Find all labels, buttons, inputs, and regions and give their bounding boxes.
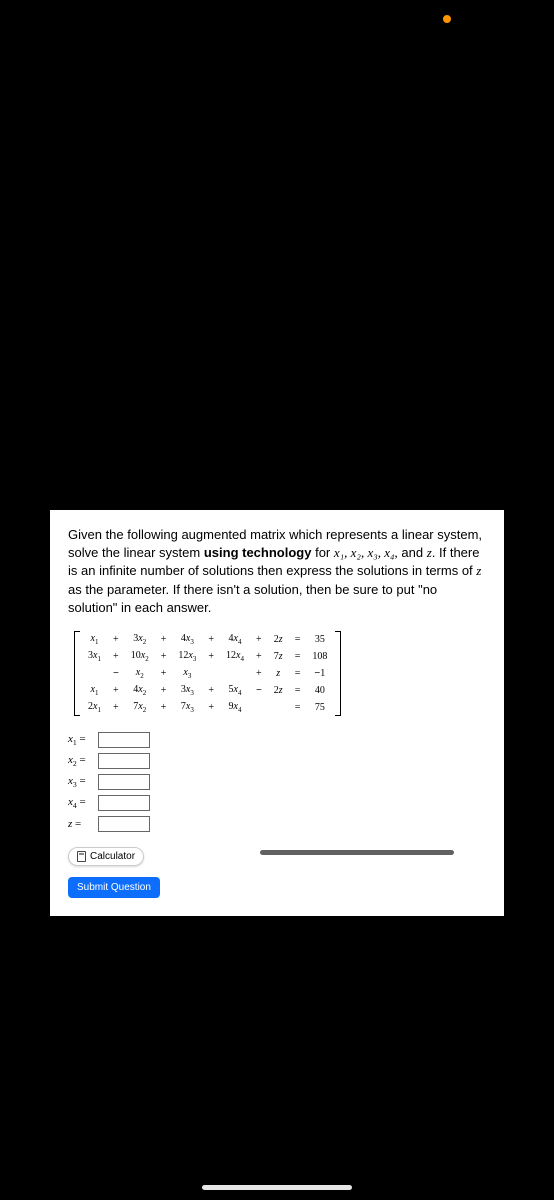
calculator-button[interactable]: Calculator — [68, 847, 144, 866]
text: for — [311, 545, 333, 560]
matrix-cell — [268, 699, 289, 716]
matrix-cell: = — [289, 682, 307, 699]
matrix-cell: + — [250, 665, 268, 682]
answer-input[interactable] — [98, 774, 150, 790]
table-row: 3x1+10x2+12x3+12x4+7z=108 — [82, 648, 333, 665]
matrix-cell: + — [107, 699, 125, 716]
matrix-cell: 7x2 — [125, 699, 155, 716]
answer-label: x2 = — [68, 754, 98, 768]
matrix-cell: 12x4 — [220, 648, 250, 665]
matrix-cell: + — [250, 631, 268, 648]
matrix-cell: + — [107, 648, 125, 665]
answer-label: x1 = — [68, 733, 98, 747]
matrix-cell: + — [107, 682, 125, 699]
text: and — [398, 545, 427, 560]
table-row: x1+3x2+4x3+4x4+2z=35 — [82, 631, 333, 648]
augmented-matrix: x1+3x2+4x3+4x4+2z=353x1+10x2+12x3+12x4+7… — [68, 631, 486, 716]
matrix-cell: 4x4 — [220, 631, 250, 648]
matrix-cell: x1 — [82, 682, 107, 699]
answer-input[interactable] — [98, 753, 150, 769]
answer-label: z = — [68, 818, 98, 830]
matrix-cell: − — [107, 665, 125, 682]
bracket-left-icon — [74, 631, 82, 716]
matrix-cell: 10x2 — [125, 648, 155, 665]
matrix-cell: + — [155, 699, 173, 716]
matrix-cell: 12x3 — [172, 648, 202, 665]
home-indicator[interactable] — [202, 1185, 352, 1190]
matrix-cell: + — [155, 665, 173, 682]
calculator-label: Calculator — [90, 851, 135, 862]
matrix-cell: + — [202, 648, 220, 665]
matrix-cell — [250, 699, 268, 716]
matrix-cell: 2z — [268, 682, 289, 699]
answer-input[interactable] — [98, 732, 150, 748]
text: as the parameter. If there isn't a solut… — [68, 582, 437, 615]
matrix-cell: 7x3 — [172, 699, 202, 716]
matrix-cell: + — [250, 648, 268, 665]
text-bold: using technology — [204, 545, 312, 560]
matrix-cell — [220, 665, 250, 682]
matrix-cell: = — [289, 665, 307, 682]
matrix-cell: 3x1 — [82, 648, 107, 665]
matrix-cell: 40 — [306, 682, 333, 699]
matrix-cell: = — [289, 699, 307, 716]
matrix-cell: − — [250, 682, 268, 699]
matrix-cell — [202, 665, 220, 682]
question-card: Given the following augmented matrix whi… — [50, 510, 504, 916]
answer-input[interactable] — [98, 795, 150, 811]
horizontal-scrollbar[interactable] — [260, 850, 454, 855]
recording-indicator-icon — [443, 15, 451, 23]
matrix-cell: + — [155, 648, 173, 665]
matrix-cell: x2 — [125, 665, 155, 682]
answer-row: x3 = — [68, 774, 486, 790]
answer-row: z = — [68, 816, 486, 832]
matrix-cell: 2z — [268, 631, 289, 648]
matrix-cell: 4x3 — [172, 631, 202, 648]
matrix-cell: 2x1 — [82, 699, 107, 716]
matrix-cell: + — [202, 631, 220, 648]
answer-row: x2 = — [68, 753, 486, 769]
answer-input[interactable] — [98, 816, 150, 832]
matrix-cell: 108 — [306, 648, 333, 665]
matrix-cell: 35 — [306, 631, 333, 648]
answer-label: x3 = — [68, 775, 98, 789]
submit-button[interactable]: Submit Question — [68, 877, 160, 898]
table-row: 2x1+7x2+7x3+9x4=75 — [82, 699, 333, 716]
matrix-cell: + — [107, 631, 125, 648]
matrix-cell: 7z — [268, 648, 289, 665]
matrix-cell: 75 — [306, 699, 333, 716]
matrix-cell: + — [202, 699, 220, 716]
variables: x₁, x₂, x₃, x₄, — [334, 545, 398, 560]
matrix-cell: 3x3 — [172, 682, 202, 699]
matrix-cell: = — [289, 648, 307, 665]
bracket-right-icon — [333, 631, 341, 716]
answer-row: x1 = — [68, 732, 486, 748]
answers-block: x1 = x2 = x3 = x4 = z = — [68, 732, 486, 832]
matrix-cell: −1 — [306, 665, 333, 682]
answer-row: x4 = — [68, 795, 486, 811]
matrix-cell — [82, 665, 107, 682]
calculator-icon — [77, 851, 86, 862]
table-row: −x2+x3+z=−1 — [82, 665, 333, 682]
matrix-cell: = — [289, 631, 307, 648]
matrix-cell: + — [202, 682, 220, 699]
answer-label: x4 = — [68, 796, 98, 810]
status-bar — [0, 0, 554, 40]
matrix-cell: x3 — [172, 665, 202, 682]
matrix-cell: + — [155, 682, 173, 699]
matrix-cell: x1 — [82, 631, 107, 648]
table-row: x1+4x2+3x3+5x4−2z=40 — [82, 682, 333, 699]
matrix-table: x1+3x2+4x3+4x4+2z=353x1+10x2+12x3+12x4+7… — [82, 631, 333, 716]
matrix-cell: + — [155, 631, 173, 648]
problem-instructions: Given the following augmented matrix whi… — [68, 526, 486, 617]
variable-z: z — [476, 563, 481, 578]
matrix-cell: 5x4 — [220, 682, 250, 699]
matrix-cell: z — [268, 665, 289, 682]
matrix-cell: 4x2 — [125, 682, 155, 699]
matrix-cell: 3x2 — [125, 631, 155, 648]
matrix-cell: 9x4 — [220, 699, 250, 716]
